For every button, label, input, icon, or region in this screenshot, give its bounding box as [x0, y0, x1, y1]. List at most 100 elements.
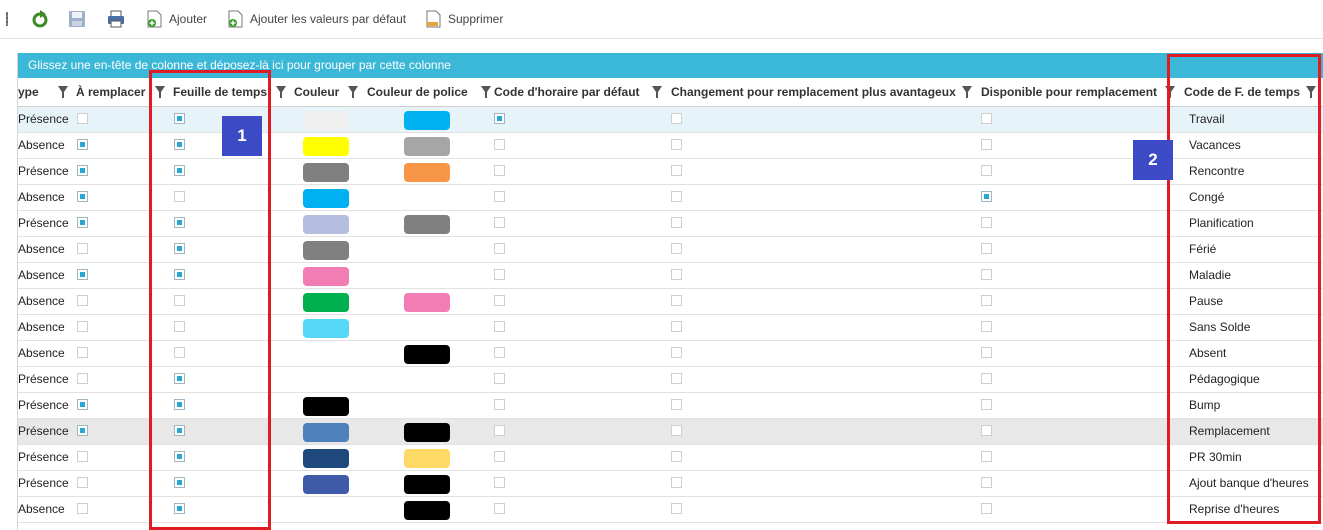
available-checkbox[interactable] [981, 321, 992, 332]
replace-checkbox[interactable] [77, 321, 88, 332]
better-replacement-checkbox[interactable] [671, 217, 682, 228]
available-checkbox[interactable] [981, 165, 992, 176]
font-color-swatch[interactable] [404, 423, 450, 442]
better-replacement-checkbox[interactable] [671, 113, 682, 124]
better-replacement-checkbox[interactable] [671, 321, 682, 332]
save-button[interactable] [67, 8, 87, 30]
available-checkbox[interactable] [981, 295, 992, 306]
color-swatch[interactable] [303, 449, 349, 468]
filter-icon[interactable] [276, 86, 286, 98]
better-replacement-checkbox[interactable] [671, 165, 682, 176]
color-swatch[interactable] [303, 215, 349, 234]
filter-icon[interactable] [58, 86, 68, 98]
replace-checkbox[interactable] [77, 217, 88, 228]
filter-icon[interactable] [652, 86, 662, 98]
default-code-checkbox[interactable] [494, 165, 505, 176]
available-checkbox[interactable] [981, 451, 992, 462]
column-header-default-code[interactable]: Code d'horaire par défaut [494, 78, 650, 106]
available-checkbox[interactable] [981, 139, 992, 150]
filter-icon[interactable] [481, 86, 491, 98]
font-color-swatch[interactable] [404, 345, 450, 364]
replace-checkbox[interactable] [77, 269, 88, 280]
available-checkbox[interactable] [981, 347, 992, 358]
replace-checkbox[interactable] [77, 451, 88, 462]
available-checkbox[interactable] [981, 503, 992, 514]
column-header-better-replacement[interactable]: Changement pour remplacement plus avanta… [671, 78, 961, 106]
available-checkbox[interactable] [981, 113, 992, 124]
font-color-swatch[interactable] [404, 449, 450, 468]
replace-checkbox[interactable] [77, 191, 88, 202]
color-swatch[interactable] [303, 423, 349, 442]
better-replacement-checkbox[interactable] [671, 503, 682, 514]
color-swatch[interactable] [303, 137, 349, 156]
default-code-checkbox[interactable] [494, 451, 505, 462]
default-code-checkbox[interactable] [494, 399, 505, 410]
color-swatch[interactable] [303, 397, 349, 416]
font-color-swatch[interactable] [404, 293, 450, 312]
better-replacement-checkbox[interactable] [671, 347, 682, 358]
available-checkbox[interactable] [981, 269, 992, 280]
color-swatch[interactable] [303, 475, 349, 494]
color-swatch[interactable] [303, 163, 349, 182]
color-swatch[interactable] [303, 319, 349, 338]
default-code-checkbox[interactable] [494, 139, 505, 150]
available-checkbox[interactable] [981, 477, 992, 488]
replace-checkbox[interactable] [77, 373, 88, 384]
better-replacement-checkbox[interactable] [671, 243, 682, 254]
default-code-checkbox[interactable] [494, 477, 505, 488]
color-swatch[interactable] [303, 189, 349, 208]
replace-checkbox[interactable] [77, 295, 88, 306]
filter-icon[interactable] [348, 86, 358, 98]
default-code-checkbox[interactable] [494, 269, 505, 280]
font-color-swatch[interactable] [404, 137, 450, 156]
replace-checkbox[interactable] [77, 425, 88, 436]
add-button[interactable]: Ajouter [145, 8, 207, 30]
default-code-checkbox[interactable] [494, 191, 505, 202]
replace-checkbox[interactable] [77, 503, 88, 514]
column-header-type[interactable]: ype [18, 78, 58, 106]
color-swatch[interactable] [303, 267, 349, 286]
default-code-checkbox[interactable] [494, 217, 505, 228]
replace-checkbox[interactable] [77, 113, 88, 124]
better-replacement-checkbox[interactable] [671, 373, 682, 384]
font-color-swatch[interactable] [404, 501, 450, 520]
column-header-font-color[interactable]: Couleur de police [367, 78, 482, 106]
font-color-swatch[interactable] [404, 111, 450, 130]
better-replacement-checkbox[interactable] [671, 139, 682, 150]
default-code-checkbox[interactable] [494, 243, 505, 254]
font-color-swatch[interactable] [404, 475, 450, 494]
better-replacement-checkbox[interactable] [671, 451, 682, 462]
toolbar-grip[interactable] [6, 12, 8, 26]
refresh-button[interactable] [30, 8, 50, 30]
add-defaults-button[interactable]: Ajouter les valeurs par défaut [226, 8, 406, 30]
filter-icon[interactable] [962, 86, 972, 98]
available-checkbox[interactable] [981, 243, 992, 254]
color-swatch[interactable] [303, 293, 349, 312]
available-checkbox[interactable] [981, 425, 992, 436]
replace-checkbox[interactable] [77, 243, 88, 254]
column-header-available[interactable]: Disponible pour remplacement [981, 78, 1166, 106]
default-code-checkbox[interactable] [494, 295, 505, 306]
better-replacement-checkbox[interactable] [671, 191, 682, 202]
color-swatch[interactable] [303, 241, 349, 260]
default-code-checkbox[interactable] [494, 503, 505, 514]
available-checkbox[interactable] [981, 399, 992, 410]
column-header-replace[interactable]: À remplacer [76, 78, 156, 106]
default-code-checkbox[interactable] [494, 113, 505, 124]
delete-button[interactable]: Supprimer [424, 8, 503, 30]
better-replacement-checkbox[interactable] [671, 295, 682, 306]
available-checkbox[interactable] [981, 191, 992, 202]
color-swatch[interactable] [303, 111, 349, 130]
replace-checkbox[interactable] [77, 165, 88, 176]
replace-checkbox[interactable] [77, 139, 88, 150]
replace-checkbox[interactable] [77, 477, 88, 488]
better-replacement-checkbox[interactable] [671, 477, 682, 488]
better-replacement-checkbox[interactable] [671, 425, 682, 436]
default-code-checkbox[interactable] [494, 425, 505, 436]
better-replacement-checkbox[interactable] [671, 399, 682, 410]
print-button[interactable] [106, 8, 126, 30]
replace-checkbox[interactable] [77, 347, 88, 358]
column-header-color[interactable]: Couleur [294, 78, 354, 106]
default-code-checkbox[interactable] [494, 321, 505, 332]
available-checkbox[interactable] [981, 217, 992, 228]
